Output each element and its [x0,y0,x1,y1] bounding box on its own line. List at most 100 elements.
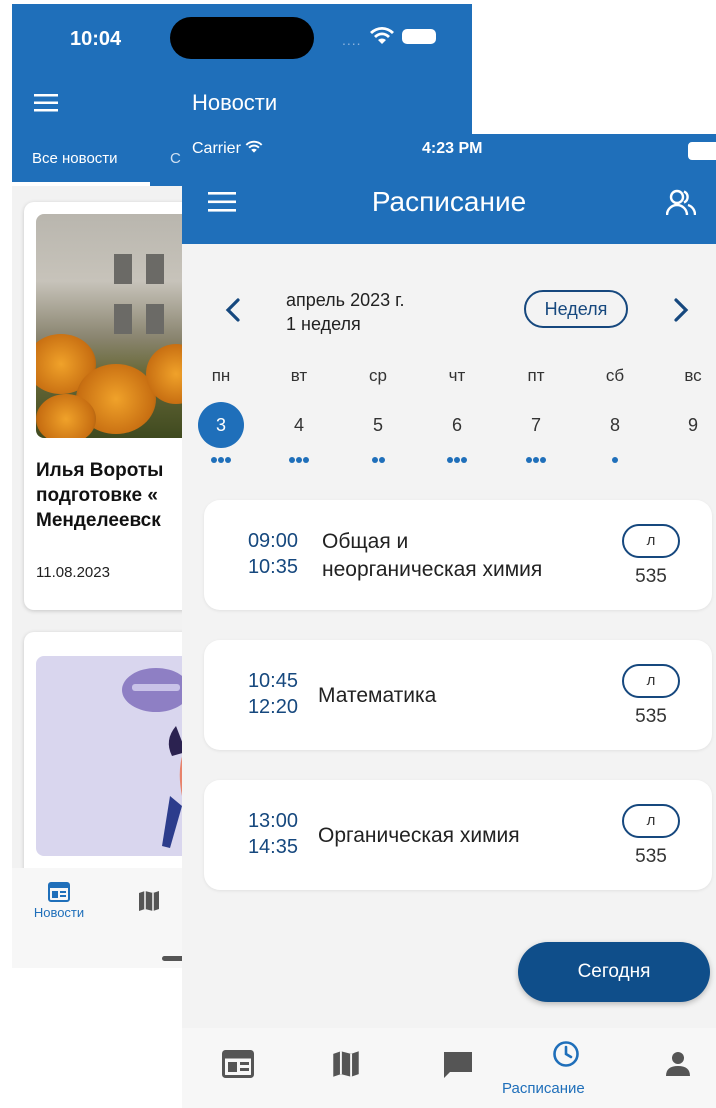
lesson-time-end: 14:35 [247,836,298,858]
lesson-type-badge: л [622,664,680,698]
chevron-left-icon[interactable] [222,296,244,324]
day-number[interactable]: 7 [513,402,559,448]
day-name: сб [605,366,625,385]
day-name: вс [684,366,702,385]
lesson-name: Органическая химия [318,822,520,850]
status-time: 4:23 PM [422,140,483,157]
lesson-time: 13:00 14:35 [234,808,298,860]
lesson-dots [434,450,480,463]
day-column[interactable]: сб 8 [592,366,638,463]
lesson-type-badge: л [622,804,680,838]
lesson-dot [218,457,224,463]
page-title: Расписание [371,186,527,217]
lesson-room: 535 [635,706,667,727]
day-column[interactable]: пт 7 [513,366,559,463]
day-number[interactable]: 4 [276,402,322,448]
lesson-card[interactable]: 09:00 10:35 Общая и неорганическая химия л 53… [204,500,712,610]
tab-news-label: Новости [33,905,85,920]
lesson-room: 535 [635,846,667,867]
bottom-tabbar: Расписание [182,1028,716,1108]
dynamic-island [170,17,314,59]
lesson-card[interactable]: 10:45 12:20 Математика л 535 [204,640,712,750]
day-number[interactable]: 6 [434,402,480,448]
lesson-dots [276,450,322,463]
menu-icon[interactable] [34,94,58,112]
lesson-time-start: 09:00 [247,530,298,552]
day-column[interactable]: вс 9 [670,366,716,460]
calendar-month: апрель 2023 г. [286,290,405,310]
newspaper-icon [48,882,70,902]
lesson-name: Общая и неорганическая химия [322,528,542,584]
page-title: Новости [192,90,278,115]
lesson-dot [289,457,295,463]
day-number[interactable]: 9 [670,402,716,448]
calendar-week: 1 неделя [286,314,361,334]
day-column[interactable]: пн 3 [198,366,244,463]
lesson-dots [198,450,244,463]
week-view-button[interactable]: Неделя [524,290,628,328]
lesson-dot [303,457,309,463]
status-time: 10:04 [70,28,122,50]
lesson-name: Математика [318,682,436,710]
group-icon[interactable] [666,188,696,218]
lesson-time-end: 10:35 [247,556,298,578]
lesson-dots [513,450,559,463]
newspaper-icon[interactable] [222,1050,254,1078]
news-card[interactable]: Илья Вороты подготовке « Менделеевск 11.… [24,202,194,610]
tab-news[interactable]: Новости [30,882,88,920]
status-carrier: Carrier [192,140,263,158]
lesson-name-line: Органическая химия [318,824,520,847]
news-date: 11.08.2023 [36,564,110,581]
tab-all-news[interactable]: Все новости [32,150,118,167]
lesson-dot [612,457,618,463]
tab-indicator [12,182,150,186]
lesson-dot [371,457,378,463]
lesson-dot [526,457,532,463]
lesson-time: 10:45 12:20 [234,668,298,720]
lesson-name-line: неорганическая химия [322,558,543,581]
map-icon[interactable] [138,890,160,912]
day-number[interactable]: 5 [355,402,401,448]
lesson-dot [461,457,467,463]
today-button[interactable]: Сегодня [518,942,710,1002]
lesson-dots [592,450,638,463]
schedule-screen: Carrier 4:23 PM Расписание апрель 2023 г… [182,134,716,1108]
day-number[interactable]: 8 [592,402,638,448]
schedule-header: Carrier 4:23 PM Расписание [182,134,716,244]
battery-icon [402,29,436,44]
lesson-type-badge: л [622,524,680,558]
day-name: чт [448,366,466,385]
map-icon[interactable] [332,1050,360,1078]
day-name: ср [369,366,387,385]
tab-schedule-label[interactable]: Расписание [502,1080,585,1097]
lesson-dots [670,450,716,460]
lesson-card[interactable]: 13:00 14:35 Органическая химия л 535 [204,780,712,890]
lesson-dot [378,457,385,463]
chevron-right-icon[interactable] [670,296,692,324]
lesson-dot [447,457,453,463]
lesson-name-line: Общая и [322,530,409,553]
lesson-time: 09:00 10:35 [234,528,298,580]
chat-icon[interactable] [442,1050,474,1080]
news-illustration [36,656,194,856]
news-headline: Илья Вороты подготовке « Менделеевск [36,460,164,531]
day-column[interactable]: вт 4 [276,366,322,463]
day-number-selected[interactable]: 3 [198,402,244,448]
lesson-dot [540,457,546,463]
day-column[interactable]: чт 6 [434,366,480,463]
calendar-period: апрель 2023 г. 1 неделя [286,288,404,336]
lesson-time-end: 12:20 [247,696,298,718]
lesson-dot [225,457,231,463]
wifi-icon [370,27,394,44]
news-photo [36,214,194,438]
tab-second[interactable]: С [170,150,181,167]
person-icon[interactable] [664,1050,692,1078]
day-column[interactable]: ср 5 [355,366,401,463]
clock-icon[interactable] [552,1040,580,1068]
wifi-icon [245,140,263,153]
lesson-name-line: Математика [318,684,437,707]
day-name: пт [527,366,545,385]
lesson-dots [355,450,401,463]
lesson-dot [533,457,539,463]
day-name: вт [290,366,308,385]
